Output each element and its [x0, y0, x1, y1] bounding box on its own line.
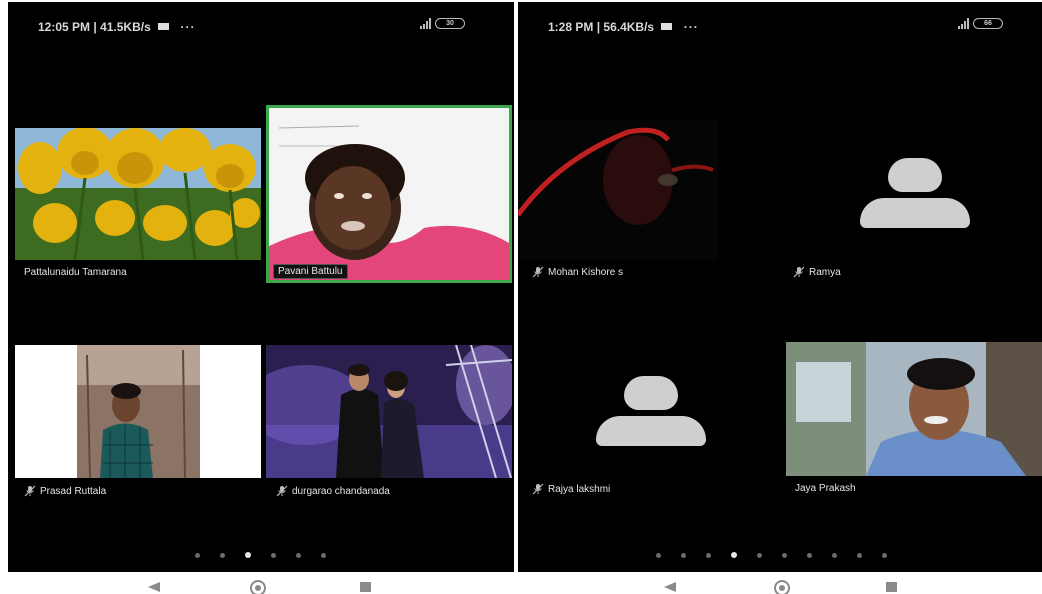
status-time: 12:05 PM — [38, 20, 91, 34]
participant-name-pavani: Pavani Battulu — [273, 264, 348, 279]
page-dot[interactable] — [271, 552, 276, 558]
battery-icon: 30 — [435, 18, 465, 29]
overflow-dots: ··· — [683, 20, 699, 34]
couple-video-feed — [266, 345, 512, 478]
mic-off-icon — [24, 485, 36, 497]
battery-icon: 66 — [973, 18, 1003, 29]
page-dot[interactable] — [296, 552, 301, 558]
mic-off-icon — [793, 266, 805, 278]
message-icon — [661, 23, 673, 30]
participant-name-prasad: Prasad Ruttala — [24, 485, 106, 497]
participant-name-rajya: Rajya lakshmi — [532, 483, 610, 495]
page-dot[interactable] — [220, 552, 225, 558]
woman-video-feed — [269, 108, 509, 280]
mic-off-icon — [532, 483, 544, 495]
page-dot[interactable] — [245, 552, 251, 558]
participant-name-jaya: Jaya Prakash — [795, 483, 856, 494]
page-indicator-right[interactable] — [656, 552, 887, 558]
nav-bar-left — [148, 578, 448, 594]
page-indicator-left[interactable] — [195, 552, 326, 558]
participant-name-pattalunaidu: Pattalunaidu Tamarana — [24, 267, 127, 278]
participant-tile-jaya[interactable] — [786, 342, 1042, 476]
page-dot[interactable] — [681, 552, 686, 558]
participant-tile-pavani[interactable]: Pavani Battulu — [266, 105, 512, 283]
overflow-dots: ··· — [180, 20, 196, 34]
participant-tile-pattalunaidu[interactable] — [15, 128, 261, 260]
home-circle-icon[interactable] — [250, 580, 266, 594]
avatar-placeholder-icon — [596, 376, 706, 446]
page-dot[interactable] — [195, 552, 200, 558]
participant-name-text: durgarao chandanada — [292, 485, 390, 497]
status-time: 1:28 PM — [548, 20, 594, 34]
status-icons-left: 30 — [420, 18, 465, 29]
participant-name-text: Ramya — [809, 266, 841, 278]
man-video-feed — [15, 345, 261, 478]
signal-icon — [420, 18, 431, 29]
participant-name-text: Jaya Prakash — [795, 483, 856, 494]
page-dot[interactable] — [706, 552, 711, 558]
status-bar-right: 1:28 PM | 56.4KB/s ··· — [548, 20, 699, 34]
participant-tile-mohan[interactable] — [518, 120, 718, 260]
home-circle-icon[interactable] — [774, 580, 790, 594]
participant-tile-prasad[interactable] — [15, 345, 261, 478]
participant-tile-ramya[interactable] — [786, 120, 1042, 260]
participant-name-text: Pattalunaidu Tamarana — [24, 267, 127, 278]
message-icon — [158, 23, 170, 30]
participant-tile-rajya[interactable] — [518, 342, 780, 478]
back-triangle-icon[interactable] — [664, 582, 676, 592]
avatar-placeholder-icon — [860, 158, 970, 228]
participant-name-text: Pavani Battulu — [278, 266, 343, 277]
status-network-speed: 41.5KB/s — [100, 20, 151, 34]
status-bar-left: 12:05 PM | 41.5KB/s ··· — [38, 20, 196, 34]
back-triangle-icon[interactable] — [148, 582, 160, 592]
participant-name-ramya: Ramya — [793, 266, 841, 278]
recents-square-icon[interactable] — [360, 582, 371, 592]
participant-name-mohan: Mohan Kishore s — [532, 266, 623, 278]
page-dot[interactable] — [807, 552, 812, 558]
mic-off-icon — [276, 485, 288, 497]
page-dot[interactable] — [656, 552, 661, 558]
status-icons-right: 66 — [958, 18, 1003, 29]
participant-name-text: Prasad Ruttala — [40, 485, 107, 497]
selfie-video-feed — [786, 342, 1042, 476]
recents-square-icon[interactable] — [886, 582, 897, 592]
page-dot[interactable] — [321, 552, 326, 558]
participant-name-text: Mohan Kishore s — [548, 266, 624, 278]
nav-bar-right — [664, 578, 964, 594]
page-dot[interactable] — [757, 552, 762, 558]
left-phone-screen: 12:05 PM | 41.5KB/s ··· 30 Pattalunaidu … — [8, 2, 514, 572]
participant-tile-durgarao[interactable] — [266, 345, 512, 478]
signal-icon — [958, 18, 969, 29]
mic-off-icon — [532, 266, 544, 278]
status-network-speed: 56.4KB/s — [603, 20, 655, 34]
page-dot[interactable] — [782, 552, 787, 558]
page-dot[interactable] — [832, 552, 837, 558]
right-phone-screen: 1:28 PM | 56.4KB/s ··· 66 Mohan Kishore … — [518, 2, 1042, 572]
dark-video-feed — [518, 120, 718, 260]
tulips-video-feed — [15, 128, 261, 260]
participant-name-text: Rajya lakshmi — [548, 483, 611, 495]
page-dot[interactable] — [882, 552, 887, 558]
page-dot[interactable] — [857, 552, 862, 558]
participant-name-durgarao: durgarao chandanada — [276, 485, 390, 497]
page-dot[interactable] — [731, 552, 737, 558]
